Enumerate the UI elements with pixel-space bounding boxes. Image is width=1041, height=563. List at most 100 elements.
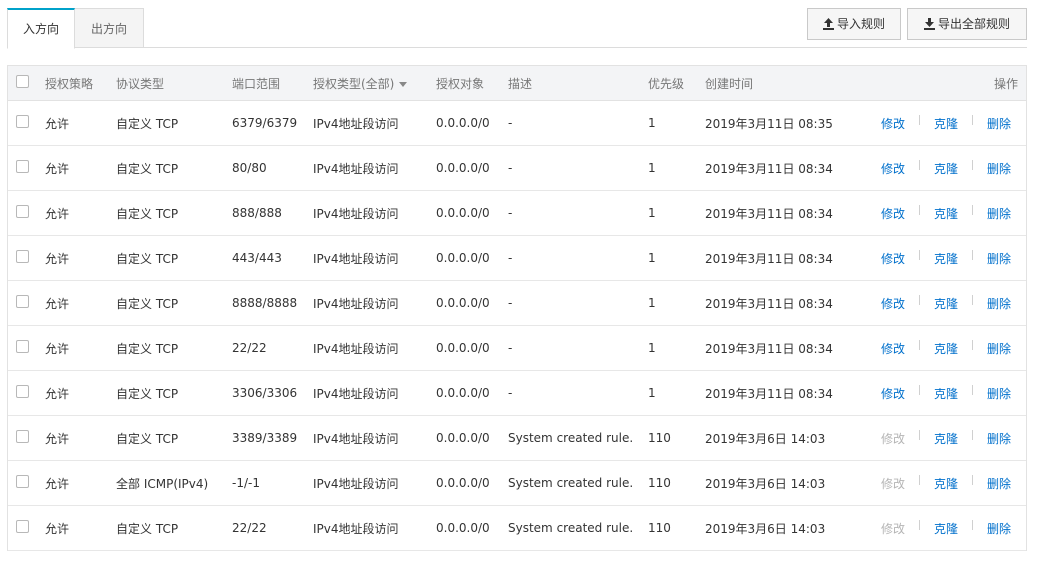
row-checkbox[interactable] bbox=[16, 339, 29, 353]
row-checkbox[interactable] bbox=[16, 294, 29, 308]
table-row: 允许 自定义 TCP 3306/3306 IPv4地址段访问 0.0.0.0/0 - 1 20… bbox=[8, 371, 1026, 416]
cell-priority: 1 bbox=[648, 341, 656, 355]
clone-rule-link[interactable]: 克隆 bbox=[934, 340, 958, 357]
cell-policy: 允许 bbox=[45, 161, 70, 176]
select-all-cell bbox=[16, 66, 29, 100]
clone-rule-link[interactable]: 克隆 bbox=[934, 115, 958, 132]
row-checkbox[interactable] bbox=[16, 474, 29, 488]
cell-protocol: 自定义 TCP bbox=[116, 341, 179, 356]
edit-rule-link[interactable]: 修改 bbox=[881, 115, 905, 132]
op-separator bbox=[919, 295, 921, 305]
header-auth-type-filter[interactable]: 授权类型(全部) bbox=[313, 66, 408, 100]
edit-rule-link[interactable]: 修改 bbox=[881, 295, 905, 312]
select-all-checkbox[interactable] bbox=[16, 74, 29, 88]
clone-rule-link[interactable]: 克隆 bbox=[934, 295, 958, 312]
edit-rule-link[interactable]: 修改 bbox=[881, 205, 905, 222]
cell-auth-type: IPv4地址段访问 bbox=[313, 251, 399, 266]
edit-rule-link[interactable]: 修改 bbox=[881, 385, 905, 402]
cell-created-time: 2019年3月6日 14:03 bbox=[705, 431, 826, 446]
cell-priority: 1 bbox=[648, 206, 656, 220]
delete-rule-link[interactable]: 删除 bbox=[987, 205, 1011, 222]
clone-rule-link[interactable]: 克隆 bbox=[934, 385, 958, 402]
cell-object: 0.0.0.0/0 bbox=[436, 251, 490, 265]
import-rules-button[interactable]: 导入规则 bbox=[807, 8, 901, 40]
row-checkbox-cell bbox=[16, 506, 29, 550]
row-checkbox[interactable] bbox=[16, 384, 29, 398]
delete-rule-link[interactable]: 删除 bbox=[987, 475, 1011, 492]
table-row: 允许 自定义 TCP 22/22 IPv4地址段访问 0.0.0.0/0 - 1 2019年3… bbox=[8, 326, 1026, 371]
delete-rule-link[interactable]: 删除 bbox=[987, 295, 1011, 312]
cell-port: 22/22 bbox=[232, 341, 267, 355]
row-checkbox[interactable] bbox=[16, 249, 29, 263]
cell-operations: 修改 克隆 删除 bbox=[881, 101, 1011, 145]
edit-rule-link[interactable]: 修改 bbox=[881, 160, 905, 177]
header-port: 端口范围 bbox=[232, 76, 281, 91]
op-separator bbox=[972, 295, 974, 305]
delete-rule-link[interactable]: 删除 bbox=[987, 340, 1011, 357]
row-checkbox-cell bbox=[16, 191, 29, 235]
edit-rule-link: 修改 bbox=[881, 521, 906, 536]
export-all-rules-label: 导出全部规则 bbox=[937, 17, 1010, 31]
cell-operations: 修改 克隆 删除 bbox=[881, 146, 1011, 190]
delete-rule-link[interactable]: 删除 bbox=[987, 250, 1011, 267]
cell-port: -1/-1 bbox=[232, 476, 260, 490]
upload-icon bbox=[822, 11, 834, 41]
edit-rule-link[interactable]: 修改 bbox=[881, 250, 905, 267]
op-separator bbox=[919, 160, 921, 170]
cell-auth-type: IPv4地址段访问 bbox=[313, 206, 399, 221]
cell-priority: 1 bbox=[648, 116, 656, 130]
delete-rule-link[interactable]: 删除 bbox=[987, 115, 1011, 132]
cell-port: 6379/6379 bbox=[232, 116, 298, 130]
edit-rule-link: 修改 bbox=[881, 431, 906, 446]
table-row: 允许 自定义 TCP 22/22 IPv4地址段访问 0.0.0.0/0 System c… bbox=[8, 506, 1026, 551]
cell-auth-type: IPv4地址段访问 bbox=[313, 386, 399, 401]
row-checkbox[interactable] bbox=[16, 429, 29, 443]
cell-operations: 修改 克隆 删除 bbox=[881, 371, 1011, 415]
cell-priority: 1 bbox=[648, 386, 656, 400]
tab-outbound[interactable]: 出方向 bbox=[75, 8, 144, 48]
tab-inbound[interactable]: 入方向 bbox=[7, 8, 75, 49]
cell-description: System created rule. bbox=[508, 476, 634, 490]
row-checkbox-cell bbox=[16, 146, 29, 190]
cell-description: System created rule. bbox=[508, 521, 634, 535]
clone-rule-link[interactable]: 克隆 bbox=[934, 160, 958, 177]
cell-object: 0.0.0.0/0 bbox=[436, 206, 490, 220]
row-checkbox[interactable] bbox=[16, 159, 29, 173]
delete-rule-link[interactable]: 删除 bbox=[987, 160, 1011, 177]
cell-priority: 110 bbox=[648, 476, 671, 490]
clone-rule-link[interactable]: 克隆 bbox=[934, 475, 958, 492]
row-checkbox[interactable] bbox=[16, 519, 29, 533]
cell-created-time: 2019年3月11日 08:34 bbox=[705, 296, 833, 311]
table-body: 允许 自定义 TCP 6379/6379 IPv4地址段访问 0.0.0.0/0-1 20… bbox=[8, 101, 1026, 551]
security-rules-table: 授权策略 协议类型 端口范围 授权类型(全部) 授权对象 描述 优先级 创建时间… bbox=[7, 65, 1027, 551]
clone-rule-link[interactable]: 克隆 bbox=[934, 250, 958, 267]
cell-created-time: 2019年3月11日 08:34 bbox=[705, 341, 833, 356]
delete-rule-link[interactable]: 删除 bbox=[987, 430, 1011, 447]
table-row: 允许 自定义 TCP 443/443 IPv4地址段访问 0.0.0.0/0 - 1 2019… bbox=[8, 236, 1026, 281]
table-row: 允许 全部 ICMP(IPv4) -1/-1 IPv4地址段访问 0.0.0.0/0 Sy… bbox=[8, 461, 1026, 506]
cell-description: - bbox=[508, 116, 513, 130]
edit-rule-link[interactable]: 修改 bbox=[881, 340, 905, 357]
delete-rule-link[interactable]: 删除 bbox=[987, 520, 1011, 537]
op-separator bbox=[972, 340, 974, 350]
cell-port: 443/443 bbox=[232, 251, 282, 265]
export-all-rules-button[interactable]: 导出全部规则 bbox=[907, 8, 1027, 40]
cell-priority: 1 bbox=[648, 251, 656, 265]
delete-rule-link[interactable]: 删除 bbox=[987, 385, 1011, 402]
clone-rule-link[interactable]: 克隆 bbox=[934, 205, 958, 222]
row-checkbox[interactable] bbox=[16, 204, 29, 218]
clone-rule-link[interactable]: 克隆 bbox=[934, 430, 958, 447]
cell-port: 888/888 bbox=[232, 206, 282, 220]
cell-object: 0.0.0.0/0 bbox=[436, 161, 490, 175]
cell-auth-type: IPv4地址段访问 bbox=[313, 476, 399, 491]
cell-policy: 允许 bbox=[45, 476, 70, 491]
edit-rule-link: 修改 bbox=[881, 476, 906, 491]
cell-port: 22/22 bbox=[232, 521, 267, 535]
op-separator bbox=[972, 430, 974, 440]
cell-description: - bbox=[508, 296, 513, 310]
row-checkbox-cell bbox=[16, 326, 29, 370]
clone-rule-link[interactable]: 克隆 bbox=[934, 520, 958, 537]
table-row: 允许 自定义 TCP 888/888 IPv4地址段访问 0.0.0.0/0 - 1 2019… bbox=[8, 191, 1026, 236]
cell-description: - bbox=[508, 161, 513, 175]
row-checkbox[interactable] bbox=[16, 114, 29, 128]
